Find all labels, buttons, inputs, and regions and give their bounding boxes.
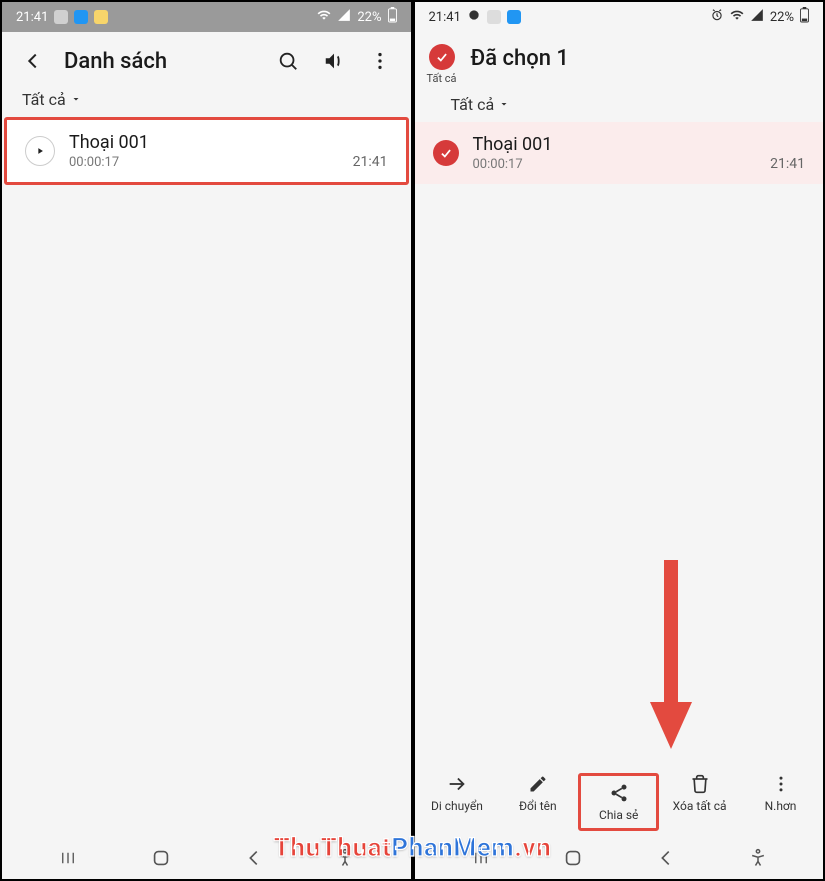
recents-icon[interactable] bbox=[57, 849, 79, 871]
check-icon[interactable] bbox=[433, 140, 459, 166]
more-button[interactable]: N.hơn bbox=[740, 773, 821, 831]
action-bar: Di chuyển Đổi tên Chia sẻ Xóa tất cả N.h… bbox=[415, 763, 824, 835]
back-icon[interactable] bbox=[18, 46, 48, 76]
select-all-button[interactable]: Tất cả bbox=[427, 44, 457, 85]
action-label: Chia sẻ bbox=[599, 808, 638, 822]
action-label: Di chuyển bbox=[431, 799, 483, 813]
item-info: Thoại 001 00:00:17 bbox=[473, 134, 757, 172]
recording-list: Thoại 001 00:00:17 21:41 bbox=[415, 122, 824, 763]
filter-label: Tất cả bbox=[451, 95, 495, 114]
item-duration: 00:00:17 bbox=[69, 155, 339, 170]
arrow-right-icon bbox=[446, 773, 468, 795]
back-nav-icon[interactable] bbox=[243, 847, 265, 873]
item-duration: 00:00:17 bbox=[473, 157, 757, 172]
search-icon[interactable] bbox=[273, 46, 303, 76]
more-icon[interactable] bbox=[365, 46, 395, 76]
item-info: Thoại 001 00:00:17 bbox=[69, 132, 339, 170]
accessibility-icon[interactable] bbox=[335, 848, 355, 872]
recents-icon[interactable] bbox=[470, 849, 492, 871]
status-time: 21:41 bbox=[16, 10, 48, 25]
action-label: Đổi tên bbox=[519, 799, 557, 813]
play-icon[interactable] bbox=[25, 136, 55, 166]
filter-label: Tất cả bbox=[22, 90, 66, 109]
status-app-icon bbox=[487, 10, 501, 24]
phone-left: 21:41 22% Danh sách bbox=[0, 0, 413, 881]
item-time: 21:41 bbox=[353, 154, 388, 170]
battery-icon bbox=[800, 7, 809, 27]
phone-right: 21:41 22% Tất cả Đã chọn 1 Tất cả bbox=[413, 0, 825, 881]
rename-button[interactable]: Đổi tên bbox=[497, 773, 578, 831]
pencil-icon bbox=[528, 773, 548, 795]
recording-list: Thoại 001 00:00:17 21:41 bbox=[2, 117, 411, 835]
signal-icon bbox=[750, 8, 764, 26]
wifi-icon bbox=[730, 8, 744, 26]
status-time: 21:41 bbox=[429, 10, 461, 25]
back-nav-icon[interactable] bbox=[655, 847, 677, 873]
page-title: Danh sách bbox=[64, 49, 257, 74]
android-navbar bbox=[415, 835, 824, 879]
list-item[interactable]: Thoại 001 00:00:17 21:41 bbox=[415, 122, 824, 184]
item-name: Thoại 001 bbox=[473, 134, 757, 155]
share-icon bbox=[609, 782, 629, 804]
speaker-icon[interactable] bbox=[319, 46, 349, 76]
accessibility-icon[interactable] bbox=[748, 848, 768, 872]
item-name: Thoại 001 bbox=[69, 132, 339, 153]
select-all-label: Tất cả bbox=[427, 72, 457, 85]
android-navbar bbox=[2, 835, 411, 879]
statusbar-right: 21:41 22% bbox=[415, 2, 824, 32]
statusbar-left: 21:41 22% bbox=[2, 2, 411, 32]
item-time: 21:41 bbox=[770, 156, 805, 172]
status-app-icon bbox=[74, 10, 88, 24]
action-label: N.hơn bbox=[765, 799, 797, 813]
status-app-icon bbox=[507, 10, 521, 24]
check-icon bbox=[429, 44, 455, 70]
delete-all-button[interactable]: Xóa tất cả bbox=[659, 773, 740, 831]
trash-icon bbox=[690, 773, 710, 795]
move-button[interactable]: Di chuyển bbox=[417, 773, 498, 831]
status-app-icon bbox=[54, 10, 68, 24]
share-button[interactable]: Chia sẻ bbox=[578, 773, 659, 831]
page-title: Đã chọn 1 bbox=[471, 44, 569, 71]
filter-dropdown[interactable]: Tất cả bbox=[415, 89, 824, 122]
alarm-icon bbox=[710, 8, 724, 26]
status-app-icon bbox=[94, 10, 108, 24]
battery-text: 22% bbox=[770, 10, 794, 25]
battery-text: 22% bbox=[357, 10, 381, 25]
battery-icon bbox=[388, 7, 397, 27]
selection-header: Tất cả Đã chọn 1 bbox=[415, 32, 824, 89]
filter-dropdown[interactable]: Tất cả bbox=[2, 84, 411, 117]
home-icon[interactable] bbox=[150, 847, 172, 873]
wifi-icon bbox=[317, 8, 331, 26]
action-label: Xóa tất cả bbox=[673, 799, 727, 813]
more-icon bbox=[771, 773, 791, 795]
chevron-down-icon bbox=[498, 95, 510, 114]
status-record-icon bbox=[467, 8, 481, 26]
chevron-down-icon bbox=[70, 90, 82, 109]
home-icon[interactable] bbox=[562, 847, 584, 873]
signal-icon bbox=[337, 8, 351, 26]
list-item[interactable]: Thoại 001 00:00:17 21:41 bbox=[4, 117, 409, 185]
app-header: Danh sách bbox=[2, 32, 411, 84]
